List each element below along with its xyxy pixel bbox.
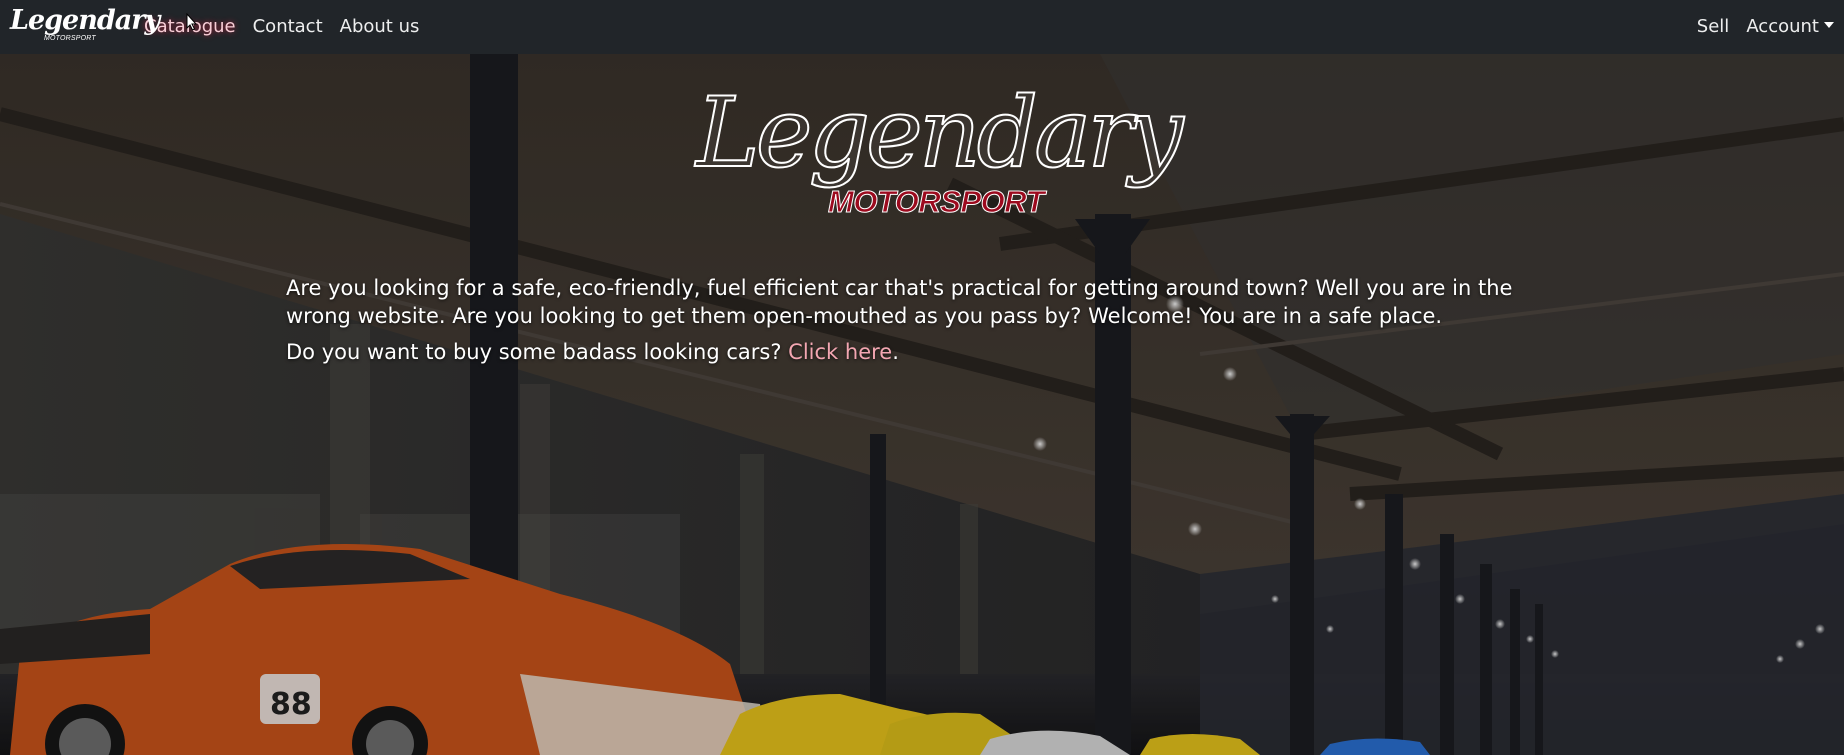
- hero-logo-script: Legendary: [695, 77, 1184, 189]
- navbar-right-group: Sell Account: [1680, 15, 1834, 39]
- nav-link-sell[interactable]: Sell: [1697, 15, 1730, 39]
- hero-intro-paragraph: Are you looking for a safe, eco-friendly…: [286, 276, 1513, 328]
- nav-link-contact[interactable]: Contact: [253, 15, 323, 39]
- hero-cta-paragraph: Do you want to buy some badass looking c…: [286, 338, 1556, 366]
- hero-cta-prefix: Do you want to buy some badass looking c…: [286, 340, 789, 364]
- account-dropdown-label: Account: [1746, 16, 1819, 37]
- brand-logo[interactable]: Legendary MOTORSPORT: [10, 5, 160, 49]
- top-navbar: Legendary MOTORSPORT Catalogue Contact A…: [0, 0, 1844, 54]
- nav-link-about-us[interactable]: About us: [340, 15, 420, 39]
- brand-logo-subtitle: MOTORSPORT: [44, 35, 96, 42]
- hero-logo-subtitle: MOTORSPORT: [827, 184, 1045, 219]
- account-dropdown-toggle[interactable]: Account: [1746, 15, 1834, 39]
- click-here-link[interactable]: Click here: [788, 340, 892, 364]
- brand-logo-script: Legendary: [10, 5, 160, 36]
- hero-logo: Legendary MOTORSPORT: [690, 77, 1184, 219]
- hero-cta-suffix: .: [892, 340, 899, 364]
- hero-section: 88 Legendary MOTORSPORT Are you looking …: [0, 54, 1844, 755]
- mouse-pointer-icon: [186, 13, 198, 31]
- hero-text: Are you looking for a safe, eco-friendly…: [286, 274, 1556, 366]
- caret-down-icon: [1824, 22, 1834, 28]
